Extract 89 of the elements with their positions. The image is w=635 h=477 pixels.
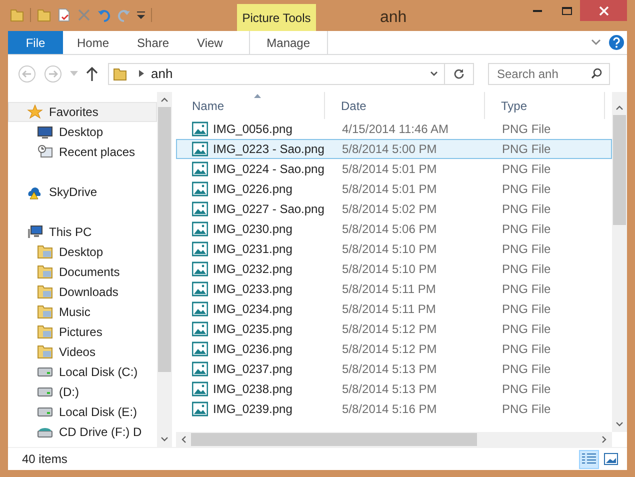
navigation-item[interactable]: Favorites bbox=[8, 102, 157, 122]
file-type: PNG File bbox=[501, 301, 551, 318]
file-name: IMG_0231.png bbox=[213, 241, 292, 258]
file-name: IMG_0236.png bbox=[213, 341, 292, 358]
file-name: IMG_0232.png bbox=[213, 261, 292, 278]
navigation-item[interactable]: This PC bbox=[8, 222, 157, 242]
ribbon-tab[interactable]: View bbox=[183, 31, 237, 54]
file-date: 4/15/2014 11:46 AM bbox=[341, 121, 450, 138]
file-type: PNG File bbox=[501, 161, 551, 178]
ribbon-tab[interactable]: Manage bbox=[248, 31, 328, 54]
navigation-item[interactable]: Pictures bbox=[8, 322, 157, 342]
column-header[interactable]: Name bbox=[176, 92, 325, 119]
file-type: PNG File bbox=[501, 361, 551, 378]
file-date: 5/8/2014 5:13 PM bbox=[341, 381, 438, 398]
file-type: PNG File bbox=[501, 241, 551, 258]
file-type: PNG File bbox=[501, 121, 551, 138]
file-name: IMG_0224 - Sao.png bbox=[213, 161, 324, 178]
file-row[interactable]: IMG_0234.png 5/8/2014 5:11 PM PNG File bbox=[176, 299, 612, 319]
file-row[interactable]: IMG_0056.png 4/15/2014 11:46 AM PNG File bbox=[176, 119, 612, 139]
file-date: 5/8/2014 5:11 PM bbox=[341, 301, 437, 318]
file-date: 5/8/2014 5:00 PM bbox=[341, 141, 438, 158]
file-row[interactable]: IMG_0223 - Sao.png 5/8/2014 5:00 PM PNG File bbox=[176, 139, 612, 159]
file-name: IMG_0239.png bbox=[213, 401, 292, 418]
file-row[interactable]: IMG_0239.png 5/8/2014 5:16 PM PNG File bbox=[176, 399, 612, 419]
navigation-item[interactable]: SkyDrive bbox=[8, 182, 157, 202]
file-type: PNG File bbox=[501, 321, 551, 338]
file-name: IMG_0234.png bbox=[213, 301, 292, 318]
file-type: PNG File bbox=[501, 181, 551, 198]
file-name: IMG_0056.png bbox=[213, 121, 292, 138]
navigation-item[interactable]: Desktop bbox=[8, 122, 157, 142]
navigation-item[interactable]: Recent places bbox=[8, 142, 157, 162]
navigation-item[interactable]: Local Disk (E:) bbox=[8, 402, 157, 422]
file-name: IMG_0238.png bbox=[213, 381, 292, 398]
file-name: IMG_0237.png bbox=[213, 361, 292, 378]
file-date: 5/8/2014 5:13 PM bbox=[341, 361, 438, 378]
navigation-item[interactable]: (D:) bbox=[8, 382, 157, 402]
column-header[interactable]: Date bbox=[325, 92, 485, 119]
file-type: PNG File bbox=[501, 261, 551, 278]
navigation-item[interactable]: Local Disk (C:) bbox=[8, 362, 157, 382]
file-row[interactable]: IMG_0238.png 5/8/2014 5:13 PM PNG File bbox=[176, 379, 612, 399]
file-date: 5/8/2014 5:10 PM bbox=[341, 241, 438, 258]
file-type: PNG File bbox=[501, 201, 551, 218]
contextual-tab-label: Picture Tools bbox=[237, 4, 316, 31]
file-type: PNG File bbox=[501, 401, 551, 418]
file-row[interactable]: IMG_0237.png 5/8/2014 5:13 PM PNG File bbox=[176, 359, 612, 379]
file-name: IMG_0235.png bbox=[213, 321, 292, 338]
navigation-item[interactable]: Documents bbox=[8, 262, 157, 282]
navigation-item[interactable]: Downloads bbox=[8, 282, 157, 302]
file-name: IMG_0230.png bbox=[213, 221, 292, 238]
file-date: 5/8/2014 5:16 PM bbox=[341, 401, 438, 418]
window-title: anh bbox=[380, 8, 407, 28]
file-row[interactable]: IMG_0224 - Sao.png 5/8/2014 5:01 PM PNG File bbox=[176, 159, 612, 179]
navigation-item[interactable]: Videos bbox=[8, 342, 157, 362]
file-date: 5/8/2014 5:12 PM bbox=[341, 321, 438, 338]
file-type: PNG File bbox=[501, 221, 551, 238]
file-row[interactable]: IMG_0230.png 5/8/2014 5:06 PM PNG File bbox=[176, 219, 612, 239]
file-type: PNG File bbox=[501, 341, 551, 358]
file-type: PNG File bbox=[501, 281, 551, 298]
column-header[interactable]: Type bbox=[485, 92, 605, 119]
navigation-item[interactable]: Desktop bbox=[8, 242, 157, 262]
file-row[interactable]: IMG_0236.png 5/8/2014 5:12 PM PNG File bbox=[176, 339, 612, 359]
navigation-item[interactable]: Music bbox=[8, 302, 157, 322]
file-date: 5/8/2014 5:10 PM bbox=[341, 261, 438, 278]
address-bar[interactable]: anh bbox=[108, 62, 474, 84]
file-row[interactable]: IMG_0226.png 5/8/2014 5:01 PM PNG File bbox=[176, 179, 612, 199]
file-date: 5/8/2014 5:12 PM bbox=[341, 341, 438, 358]
file-date: 5/8/2014 5:11 PM bbox=[341, 281, 437, 298]
file-row[interactable]: IMG_0231.png 5/8/2014 5:10 PM PNG File bbox=[176, 239, 612, 259]
ribbon-tab[interactable]: Home bbox=[63, 31, 124, 54]
search-field[interactable]: Search anh bbox=[488, 62, 610, 84]
file-type: PNG File bbox=[501, 141, 551, 158]
navigation-item[interactable]: CD Drive (F:) D bbox=[8, 422, 157, 442]
file-type: PNG File bbox=[501, 381, 551, 398]
file-name: IMG_0223 - Sao.png bbox=[213, 141, 324, 158]
file-name: IMG_0233.png bbox=[213, 281, 292, 298]
file-name: IMG_0227 - Sao.png bbox=[213, 201, 324, 218]
file-row[interactable]: IMG_0227 - Sao.png 5/8/2014 5:02 PM PNG File bbox=[176, 199, 612, 219]
file-date: 5/8/2014 5:06 PM bbox=[341, 221, 438, 238]
file-date: 5/8/2014 5:01 PM bbox=[341, 181, 438, 198]
ribbon-tab[interactable]: Share bbox=[123, 31, 184, 54]
file-row[interactable]: IMG_0232.png 5/8/2014 5:10 PM PNG File bbox=[176, 259, 612, 279]
file-tab[interactable]: File bbox=[8, 31, 63, 54]
file-row[interactable]: IMG_0235.png 5/8/2014 5:12 PM PNG File bbox=[176, 319, 612, 339]
file-date: 5/8/2014 5:01 PM bbox=[341, 161, 438, 178]
item-count: 40 items bbox=[22, 451, 68, 468]
file-row[interactable]: IMG_0233.png 5/8/2014 5:11 PM PNG File bbox=[176, 279, 612, 299]
file-date: 5/8/2014 5:02 PM bbox=[341, 201, 438, 218]
address-path: anh bbox=[151, 64, 173, 83]
file-name: IMG_0226.png bbox=[213, 181, 292, 198]
